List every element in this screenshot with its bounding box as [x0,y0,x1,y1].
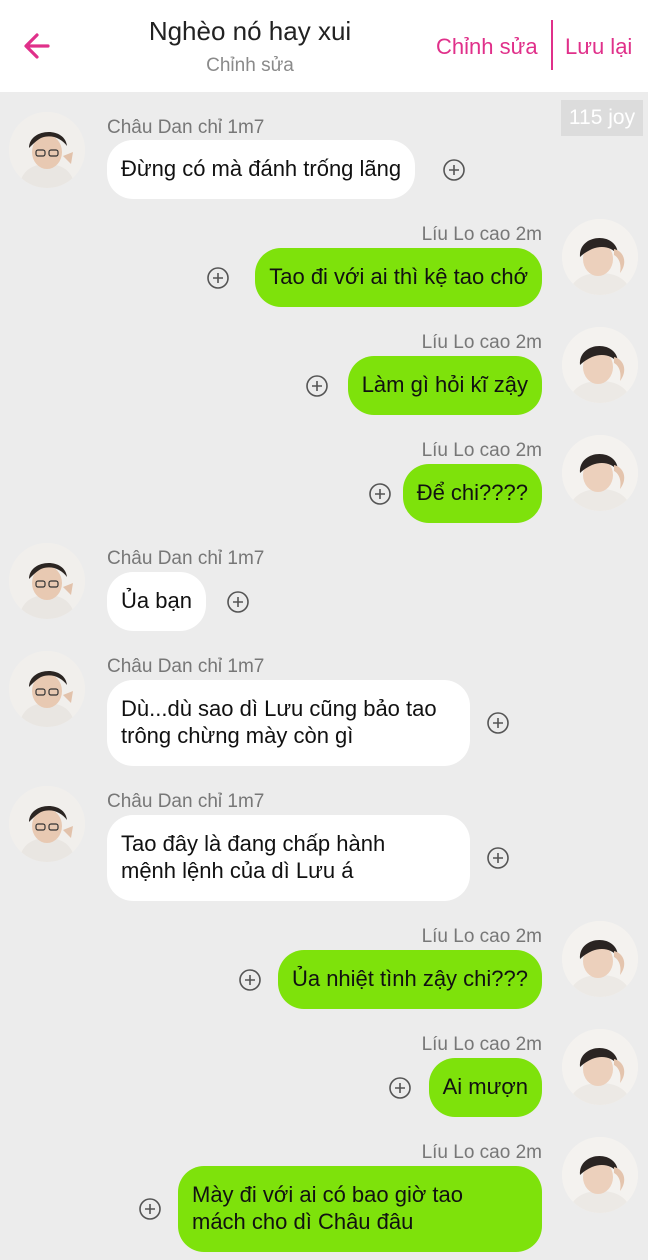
add-reaction-icon[interactable] [368,482,392,506]
avatar[interactable] [562,435,638,511]
message-text-line: Dù...dù sao dì Lưu cũng bảo tao [121,696,437,721]
save-button[interactable]: Lưu lại [565,34,632,60]
sender-name: Líu Lo cao 2m [421,926,542,947]
message-bubble[interactable]: Tao đi với ai thì kệ tao chớ [255,248,542,307]
message-bubble[interactable]: Ủa bạn [107,572,206,631]
add-reaction-icon[interactable] [206,266,230,290]
message-bubble[interactable]: Làm gì hỏi kĩ zậy [347,356,542,415]
message-text-line: Tao đây là đang chấp hành [121,831,386,856]
message-text: Tao đi với ai thì kệ tao chớ [269,264,528,289]
sender-name: Châu Dan chỉ 1m7 [107,791,265,812]
add-reaction-icon[interactable] [388,1076,412,1100]
sender-name: Châu Dan chỉ 1m7 [107,656,265,677]
top-bar: Nghèo nó hay xui Chỉnh sửa Chỉnh sửa Lưu… [0,0,648,92]
message-text-line: mách cho dì Châu đâu [192,1209,414,1234]
message-bubble[interactable]: Dù...dù sao dì Lưu cũng bảo tao trông ch… [107,680,470,766]
message-bubble[interactable]: Để chi???? [402,464,542,523]
message-bubble[interactable]: Đừng có mà đánh trống lãng [107,140,416,199]
avatar[interactable] [562,1137,638,1213]
sender-name: Líu Lo cao 2m [421,332,542,353]
avatar[interactable] [9,543,85,619]
avatar[interactable] [562,219,638,295]
message-text: Để chi???? [416,480,528,505]
add-reaction-icon[interactable] [305,374,329,398]
message-text-line: mệnh lệnh của dì Lưu á [121,858,354,883]
add-reaction-icon[interactable] [138,1197,162,1221]
add-reaction-icon[interactable] [226,590,250,614]
sender-name: Líu Lo cao 2m [421,440,542,461]
sender-name: Líu Lo cao 2m [421,1034,542,1055]
sender-name: Líu Lo cao 2m [421,1142,542,1163]
edit-button[interactable]: Chỉnh sửa [436,34,538,60]
message-text: Ủa bạn [121,588,192,613]
avatar[interactable] [562,327,638,403]
page-subtitle: Chỉnh sửa [206,55,294,76]
add-reaction-icon[interactable] [442,158,466,182]
header-divider [551,20,553,70]
sender-name: Líu Lo cao 2m [421,224,542,245]
sender-name: Châu Dan chỉ 1m7 [107,548,265,569]
message-text: Ủa nhiệt tình zậy chi??? [291,966,528,991]
sender-name: Châu Dan chỉ 1m7 [107,117,265,138]
message-text-line: Mày đi với ai có bao giờ tao [192,1182,463,1207]
avatar[interactable] [9,112,85,188]
add-reaction-icon[interactable] [486,846,510,870]
message-bubble[interactable]: Tao đây là đang chấp hành mệnh lệnh của … [107,815,470,901]
avatar[interactable] [9,786,85,862]
avatar[interactable] [9,651,85,727]
message-bubble[interactable]: Ủa nhiệt tình zậy chi??? [277,950,542,1009]
message-text: Làm gì hỏi kĩ zậy [361,372,528,397]
message-text: Đừng có mà đánh trống lãng [121,156,402,181]
page-title: Nghèo nó hay xui [148,16,352,46]
message-text: Ai mượn [442,1074,528,1099]
watermark-badge: 115 joy [561,100,643,136]
add-reaction-icon[interactable] [486,711,510,735]
chat-area[interactable]: 115 joy Châu Dan chỉ 1m7 Đừng có mà đánh… [0,92,648,1260]
add-reaction-icon[interactable] [238,968,262,992]
message-text-line: trông chừng mày còn gì [121,723,354,748]
message-bubble[interactable]: Mày đi với ai có bao giờ tao mách cho dì… [178,1166,542,1252]
message-bubble[interactable]: Ai mượn [428,1058,542,1117]
avatar[interactable] [562,1029,638,1105]
avatar[interactable] [562,921,638,997]
